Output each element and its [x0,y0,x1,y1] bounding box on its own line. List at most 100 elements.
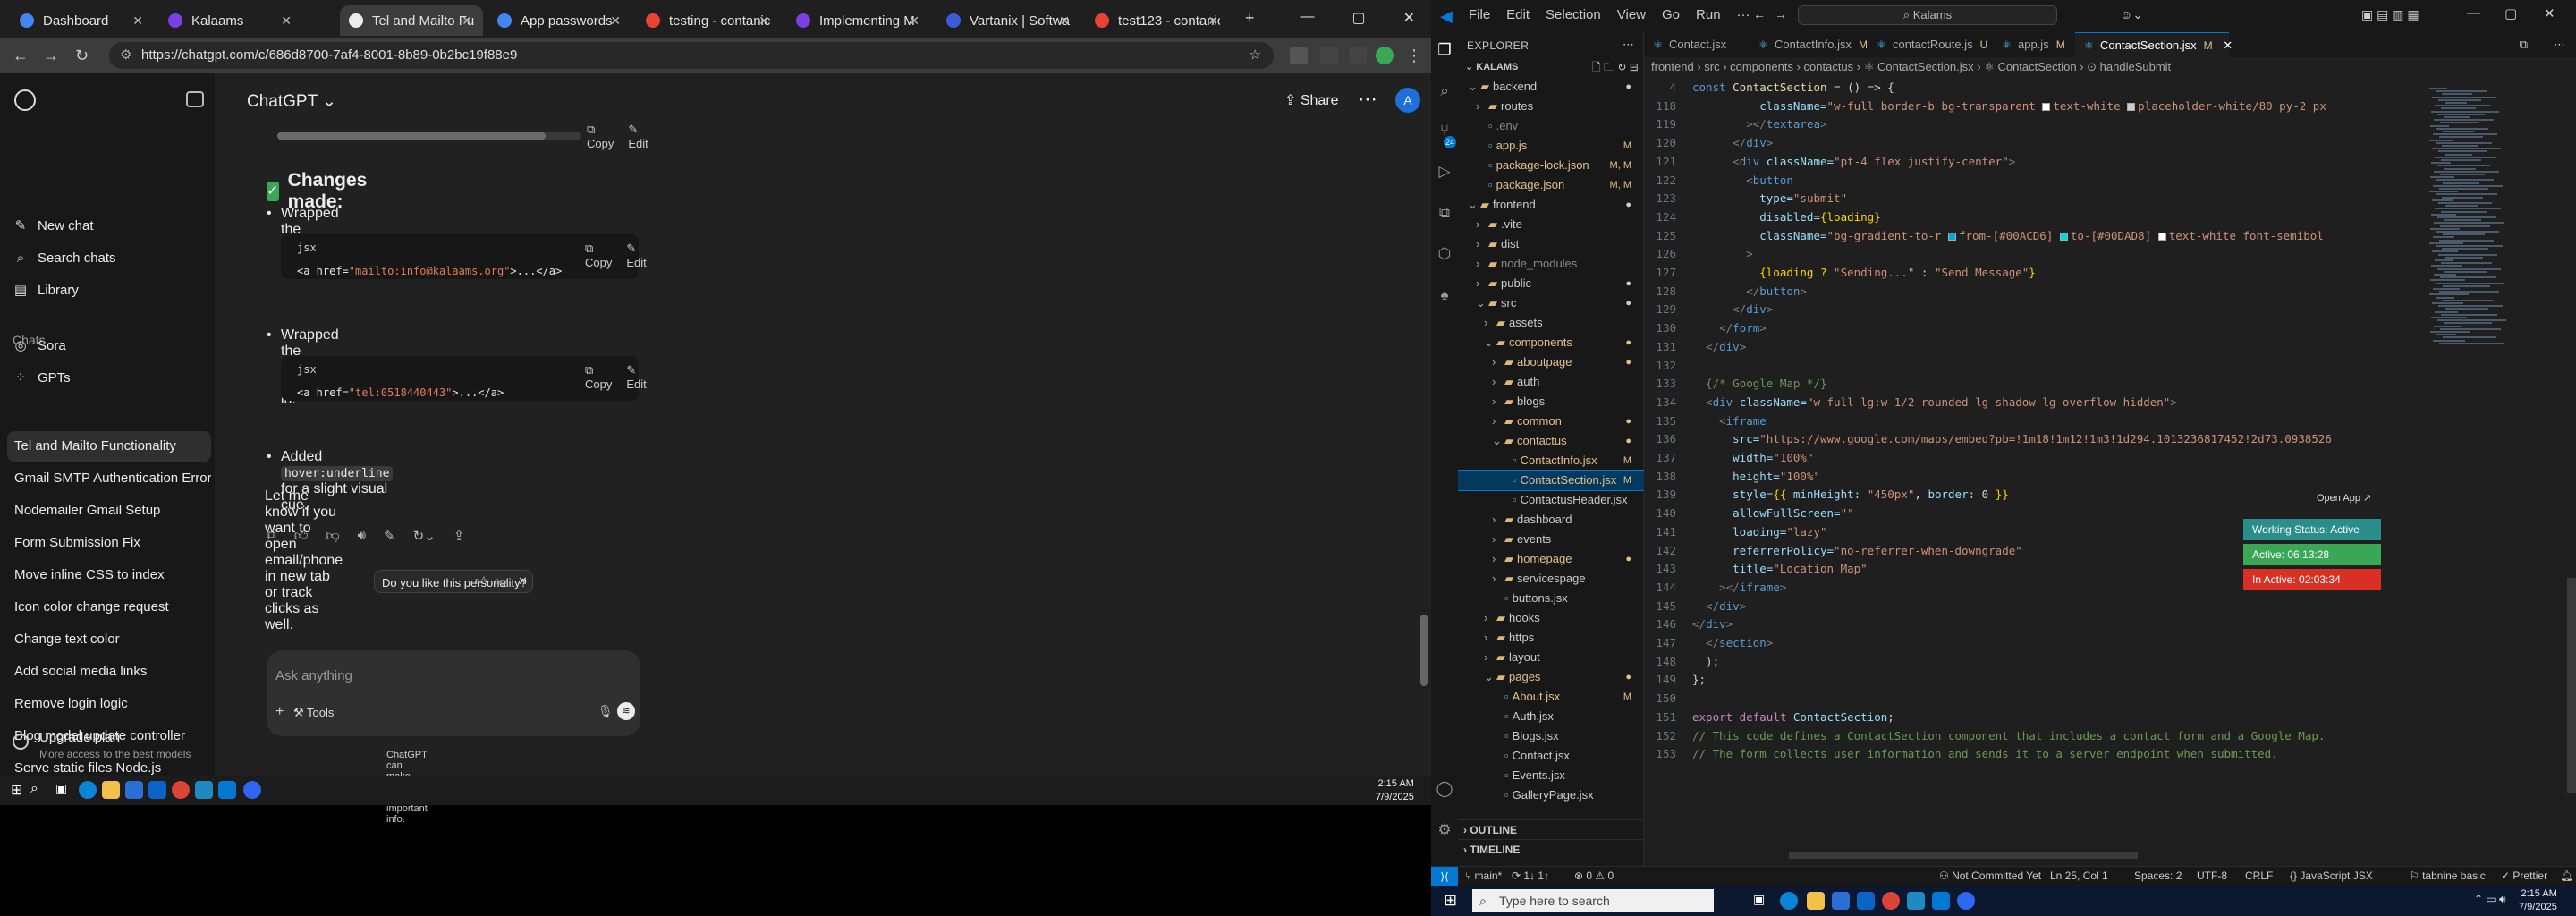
chat-history-item[interactable]: Icon color change request [7,592,211,623]
windows-start-icon[interactable]: ⊞ [11,781,29,799]
system-tray-icons[interactable]: ⌃ ▭ 🔊︎ [2474,893,2506,906]
tree-folder[interactable]: › ▰ hooks [1458,608,1644,628]
git-blame[interactable]: ⚇ Not Committed Yet [1939,869,2041,882]
tree-file[interactable]: ▫ ContactusHeader.jsx [1458,490,1644,510]
thumbs-down-icon[interactable]: 👎︎ [326,528,339,544]
problems-count[interactable]: ⊗ 0 ⚠ 0 [1574,869,1614,882]
edit-button[interactable]: ✎ Edit [626,242,646,269]
menu-item[interactable]: Go [1662,7,1680,22]
browser-tab[interactable]: Vartanix | Softwa ✕ [937,5,1080,36]
upgrade-plan-button[interactable]: Upgrade plan More access to the best mod… [13,728,209,764]
account-icon[interactable]: ◯ [1436,780,1453,798]
code-editor[interactable]: 4 const ContactSection = () => {118 class… [1644,77,2422,846]
tree-folder[interactable]: › ▰ auth [1458,372,1644,392]
command-center[interactable]: ⌕ Kalams [1798,5,2057,25]
run-debug-icon[interactable]: ▷ [1436,163,1453,181]
tree-folder[interactable]: › ▰ routes [1458,97,1644,116]
color-swatch-icon[interactable] [2059,232,2068,241]
chrome-icon[interactable] [1882,892,1900,910]
edge-icon[interactable] [1780,892,1798,910]
vs-close-icon[interactable]: ✕ [2544,5,2555,21]
chat-scrollbar[interactable] [1420,615,1428,686]
back-icon[interactable]: ← [13,47,29,65]
tree-file[interactable]: ▫ Auth.jsx [1458,707,1644,726]
tree-folder[interactable]: ⌄ ▰ frontend ● [1458,195,1644,215]
zoom-icon[interactable] [243,781,261,799]
tab-close-icon[interactable]: ✕ [1059,13,1070,29]
menu-item[interactable]: View [1617,7,1646,22]
share-button[interactable]: ⇪ Share [1284,91,1339,109]
browser-tab[interactable]: Tel and Mailto Fu ✕ [340,5,483,36]
tree-folder[interactable]: ⌄ ▰ contactus ● [1458,431,1644,451]
vscode-icon[interactable] [218,781,236,799]
outline-section[interactable]: › OUTLINE [1458,819,1644,839]
tab-close-icon[interactable]: ✕ [462,13,472,29]
tree-folder[interactable]: › ▰ dist [1458,234,1644,254]
feedback-close-icon[interactable]: ✕ [518,574,528,589]
attach-plus-icon[interactable]: + [275,704,284,720]
settings-gear-icon[interactable]: ⚙ [1436,821,1453,839]
nav-forward-icon[interactable]: → [1775,7,1787,21]
browser-menu-icon[interactable]: ⋮ [1406,47,1422,65]
remote-indicator-icon[interactable]: ⟩⟨ [1431,867,1458,886]
more-options-icon[interactable]: ⋯ [1358,88,1377,111]
regenerate-icon[interactable]: ↻⌄ [413,528,436,544]
browser-tab[interactable]: Dashboard ✕ [11,5,154,36]
minimize-icon[interactable]: — [1300,9,1314,27]
new-tab-icon[interactable]: + [1245,9,1255,28]
copy-button[interactable]: ⧉ Copy [587,123,614,150]
line-ending[interactable]: CRLF [2245,869,2273,882]
tree-file[interactable]: ▫ ContactInfo.jsx M [1458,451,1644,471]
read-aloud-icon[interactable]: 🔊︎ [358,528,366,544]
tree-file[interactable]: ▫ About.jsx M [1458,687,1644,707]
editor-tab[interactable]: ⚛ Contact.jsx [1644,32,1748,57]
address-bar[interactable]: ⚙ https://chatgpt.com/c/686d8700-7af4-80… [109,42,1274,69]
edit-canvas-icon[interactable]: ✎ [384,528,395,544]
vs-minimize-icon[interactable]: — [2467,5,2480,21]
openai-logo-icon[interactable] [14,89,36,111]
user-avatar[interactable]: A [1395,88,1420,113]
menu-item[interactable]: ··· [1737,7,1750,22]
windows-start-icon[interactable]: ⊞ [1444,891,1457,910]
chat-history-item[interactable]: Remove login logic [7,689,211,719]
forward-icon[interactable]: → [43,47,59,65]
copy-button[interactable]: ⧉ Copy [585,242,612,269]
file-explorer-icon[interactable] [1807,892,1825,910]
breadcrumb[interactable]: frontend › src › components › contactus … [1644,57,2576,77]
editor-tab[interactable]: ⚛ app.js M [1993,32,2073,57]
app-icon[interactable] [1907,892,1925,910]
browser-tab[interactable]: Implementing M ✕ [787,5,930,36]
sidebar-item-search-chats[interactable]: ⌕ Search chats [13,243,116,272]
editor-tab[interactable]: ⚛ ContactInfo.jsx M [1750,32,1868,57]
browser-tab[interactable]: testing - contanic ✕ [637,5,780,36]
timeline-section[interactable]: › TIMELINE [1458,839,1644,859]
browser-tab[interactable]: App passwords ✕ [488,5,631,36]
app-icon[interactable] [195,781,213,799]
sidebar-item-new-chat[interactable]: ✎ New chat [13,211,94,240]
mail-icon[interactable] [1857,892,1875,910]
tab-close-icon[interactable]: ✕ [1208,13,1218,29]
tree-folder[interactable]: ⌄ ▰ src ● [1458,293,1644,313]
taskbar-search[interactable]: ⌕ Type here to search [1472,889,1714,912]
tab-close-icon[interactable]: ✕ [610,13,621,29]
tree-folder[interactable]: › ▰ dashboard [1458,510,1644,530]
copy-icon[interactable]: ⧉ [267,528,276,544]
color-swatch-icon[interactable] [2042,102,2051,111]
chat-history-item[interactable]: Tel and Mailto Functionality [7,431,211,462]
tree-folder[interactable]: › ▰ .vite [1458,215,1644,234]
editor-horizontal-scrollbar[interactable] [1789,852,2138,859]
edge-icon[interactable] [79,781,97,799]
voice-mode-icon[interactable]: ≋ [617,702,635,720]
tree-folder[interactable]: › ▰ homepage ● [1458,549,1644,569]
maximize-icon[interactable]: ▢ [1352,9,1365,27]
color-swatch-icon[interactable] [2157,232,2166,241]
menu-item[interactable]: Selection [1546,7,1601,22]
file-explorer-icon[interactable] [102,781,120,799]
thumbs-up-icon[interactable]: 👍︎ [294,528,309,544]
chat-history-item[interactable]: Add social media links [7,657,211,687]
tree-file[interactable]: ▫ .env [1458,116,1644,136]
chat-history-item[interactable]: Change text color [7,624,211,655]
code-horizontal-scrollbar[interactable] [277,132,581,140]
tree-file[interactable]: ▫ Events.jsx [1458,766,1644,785]
copilot-chat-icon[interactable]: ⬡ [1436,245,1453,263]
